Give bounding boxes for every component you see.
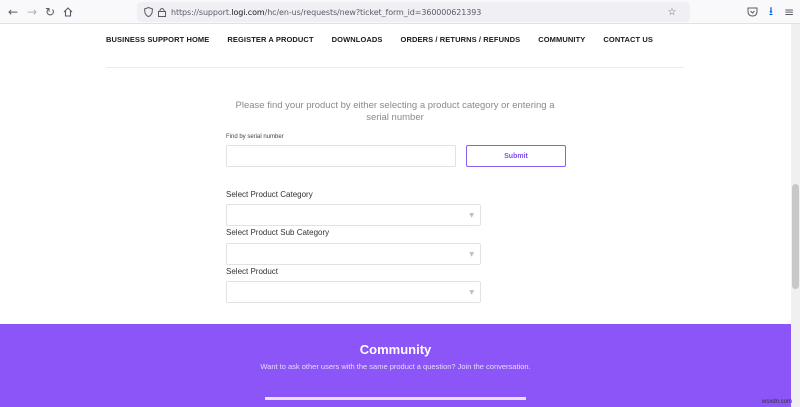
address-bar[interactable]: https://support.logi.com/hc/en-us/reques… <box>137 2 690 22</box>
community-banner: Community Want to ask other users with t… <box>0 324 800 407</box>
community-subtitle: Want to ask other users with the same pr… <box>260 362 531 371</box>
chevron-down-icon: ▼ <box>469 212 474 219</box>
product-category-select[interactable]: ▼ <box>226 204 481 226</box>
product-subcategory-label: Select Product Sub Category <box>226 228 330 237</box>
product-category-label: Select Product Category <box>226 190 313 199</box>
nav-register-product[interactable]: REGISTER A PRODUCT <box>227 35 313 44</box>
watermark: wsxdn.com <box>761 399 792 405</box>
nav-contact-us[interactable]: CONTACT US <box>603 35 653 44</box>
scrollbar-thumb[interactable] <box>792 184 799 289</box>
home-icon[interactable] <box>60 4 76 20</box>
community-title: Community <box>359 342 432 357</box>
nav-community[interactable]: COMMUNITY <box>538 35 585 44</box>
browser-toolbar: ← → ↻ https://support.logi.com/hc/en-us/… <box>0 0 800 24</box>
url-text: https://support.logi.com/hc/en-us/reques… <box>171 7 482 17</box>
top-navigation: BUSINESS SUPPORT HOME REGISTER A PRODUCT… <box>106 35 671 44</box>
serial-number-input[interactable] <box>226 145 456 167</box>
form-intro: Please find your product by either selec… <box>235 100 555 123</box>
page-content: BUSINESS SUPPORT HOME REGISTER A PRODUCT… <box>0 24 800 407</box>
chevron-down-icon: ▼ <box>469 289 474 296</box>
forward-icon[interactable]: → <box>24 4 40 20</box>
nav-business-support-home[interactable]: BUSINESS SUPPORT HOME <box>106 35 209 44</box>
community-card-edge <box>265 397 526 400</box>
nav-downloads[interactable]: DOWNLOADS <box>332 35 383 44</box>
menu-icon[interactable]: ≡ <box>781 4 797 20</box>
nav-orders-returns-refunds[interactable]: ORDERS / RETURNS / REFUNDS <box>401 35 521 44</box>
shield-icon[interactable] <box>141 5 155 19</box>
pocket-icon[interactable] <box>744 4 760 20</box>
scrollbar[interactable] <box>791 24 800 407</box>
product-subcategory-select[interactable]: ▼ <box>226 243 481 265</box>
star-icon[interactable]: ☆ <box>665 5 679 19</box>
back-icon[interactable]: ← <box>5 4 21 20</box>
reload-icon[interactable]: ↻ <box>42 4 58 20</box>
product-label: Select Product <box>226 267 279 276</box>
submit-button[interactable]: Submit <box>466 145 566 167</box>
serial-number-label: Find by serial number <box>226 134 284 140</box>
lock-icon[interactable] <box>155 5 169 19</box>
chevron-down-icon: ▼ <box>469 251 474 258</box>
product-select[interactable]: ▼ <box>226 281 481 303</box>
nav-divider <box>106 67 684 68</box>
download-icon[interactable]: ⭳ <box>763 4 779 20</box>
